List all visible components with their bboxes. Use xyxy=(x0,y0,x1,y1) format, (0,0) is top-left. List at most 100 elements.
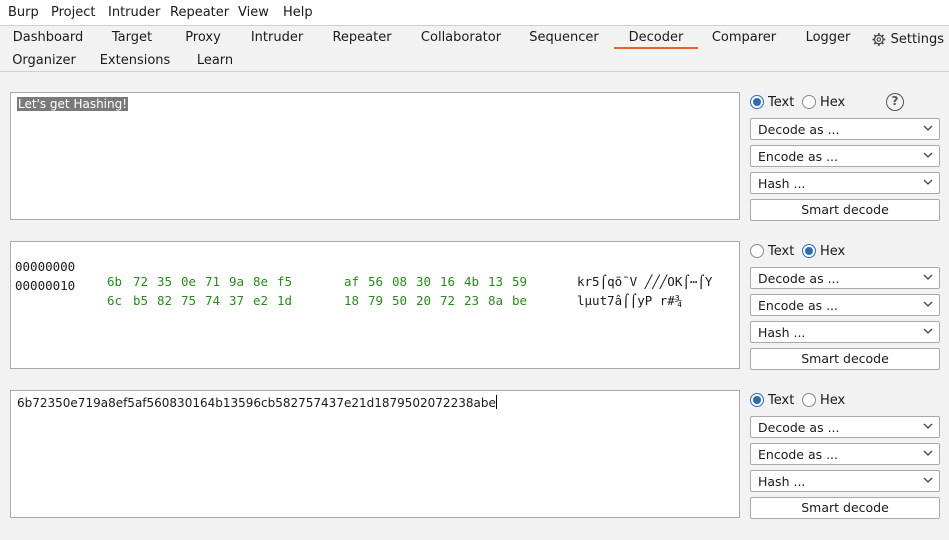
hex-byte: 50 xyxy=(392,293,408,308)
decoder-controls-1: Text Hex ? Decode as ... Encode as ... H… xyxy=(750,92,940,222)
decoder-controls-2: Text Hex Decode as ... Encode as ... Has… xyxy=(750,241,940,371)
decode-as-select-2[interactable]: Decode as ... xyxy=(750,267,940,289)
tab-logger[interactable]: Logger xyxy=(798,27,858,49)
text-caret xyxy=(495,395,497,409)
hex-byte: 72 xyxy=(133,274,149,289)
menu-help[interactable]: Help xyxy=(283,5,313,20)
radio-button[interactable] xyxy=(802,244,816,258)
help-icon[interactable]: ? xyxy=(886,93,904,111)
encode-as-select-1[interactable]: Encode as ... xyxy=(750,145,940,167)
menu-view[interactable]: View xyxy=(238,5,269,20)
hex-byte: 75 xyxy=(181,293,197,308)
radio-hex-1[interactable]: Hex xyxy=(802,93,845,111)
tab-learn[interactable]: Learn xyxy=(190,50,240,72)
radio-text-3[interactable]: Text xyxy=(750,391,794,409)
hex-byte: 1d xyxy=(277,293,293,308)
hex-byte: 56 xyxy=(368,274,384,289)
hex-byte: 23 xyxy=(464,293,480,308)
tab-target[interactable]: Target xyxy=(104,27,160,49)
encode-as-select-3[interactable]: Encode as ... xyxy=(750,443,940,465)
select-label: Encode as ... xyxy=(758,298,839,313)
select-label: Encode as ... xyxy=(758,447,839,462)
decoder-controls-3: Text Hex Decode as ... Encode as ... Has… xyxy=(750,390,940,520)
hex-byte: 13 xyxy=(488,274,504,289)
hash-select-1[interactable]: Hash ... xyxy=(750,172,940,194)
hex-byte: 9a xyxy=(229,274,245,289)
encode-as-select-2[interactable]: Encode as ... xyxy=(750,294,940,316)
radio-label: Text xyxy=(768,243,795,259)
tab-settings[interactable]: Settings xyxy=(872,27,944,49)
menu-burp[interactable]: Burp xyxy=(8,5,39,20)
chevron-down-icon xyxy=(923,450,933,456)
hex-byte: 16 xyxy=(440,274,456,289)
chevron-down-icon xyxy=(923,328,933,334)
hex-byte: 35 xyxy=(157,274,173,289)
hex-ascii: kr5⌠qõ¯V ╱╱╱OK⌠⋯⌠Y xyxy=(577,274,713,289)
chevron-down-icon xyxy=(923,152,933,158)
tab-extensions[interactable]: Extensions xyxy=(96,50,174,72)
hex-byte: af xyxy=(344,274,360,289)
tab-settings-label: Settings xyxy=(890,32,944,47)
radio-hex-2[interactable]: Hex xyxy=(802,242,845,260)
tab-sequencer[interactable]: Sequencer xyxy=(525,27,603,49)
radio-button[interactable] xyxy=(750,95,764,109)
radio-button[interactable] xyxy=(750,244,764,258)
tab-organizer[interactable]: Organizer xyxy=(10,50,78,72)
tab-repeater[interactable]: Repeater xyxy=(327,27,397,49)
hex-byte: 6b xyxy=(107,274,123,289)
chevron-down-icon xyxy=(923,301,933,307)
menu-intruder[interactable]: Intruder xyxy=(108,5,160,20)
menu-project[interactable]: Project xyxy=(51,5,95,20)
hex-byte: 82 xyxy=(157,293,173,308)
hex-byte: 72 xyxy=(440,293,456,308)
tab-intruder[interactable]: Intruder xyxy=(246,27,308,49)
tab-collaborator[interactable]: Collaborator xyxy=(415,27,507,49)
radio-hex-3[interactable]: Hex xyxy=(802,391,845,409)
hash-select-3[interactable]: Hash ... xyxy=(750,470,940,492)
tab-proxy[interactable]: Proxy xyxy=(178,27,228,49)
smart-decode-button-1[interactable]: Smart decode xyxy=(750,199,940,221)
decoder-input-panel-1[interactable]: Let's get Hashing! xyxy=(10,92,740,220)
hex-byte: f5 xyxy=(277,274,293,289)
decoder-hex-panel-2[interactable]: 00000000 6b 72 35 0e 71 9a 8e f5 af 56 08 30 16 4b 13 5… xyxy=(10,241,740,369)
hex-byte: 18 xyxy=(344,293,360,308)
tab-dashboard[interactable]: Dashboard xyxy=(10,27,86,49)
hex-byte: 37 xyxy=(229,293,245,308)
select-label: Hash ... xyxy=(758,176,806,191)
hex-byte: 8e xyxy=(253,274,269,289)
radio-label: Hex xyxy=(820,94,846,110)
radio-button[interactable] xyxy=(750,393,764,407)
tab-comparer[interactable]: Comparer xyxy=(708,27,780,49)
radio-button[interactable] xyxy=(802,393,816,407)
hex-byte: 30 xyxy=(416,274,432,289)
smart-decode-button-3[interactable]: Smart decode xyxy=(750,497,940,519)
radio-text-1[interactable]: Text xyxy=(750,93,794,111)
radio-text-2[interactable]: Text xyxy=(750,242,794,260)
decode-as-select-3[interactable]: Decode as ... xyxy=(750,416,940,438)
hex-byte: 79 xyxy=(368,293,384,308)
hex-byte: e2 xyxy=(253,293,269,308)
select-label: Decode as ... xyxy=(758,420,840,435)
selected-text: Let's get Hashing! xyxy=(17,97,129,111)
tab-decoder[interactable]: Decoder xyxy=(614,27,698,49)
chevron-down-icon xyxy=(923,125,933,131)
decode-as-select-1[interactable]: Decode as ... xyxy=(750,118,940,140)
chevron-down-icon xyxy=(923,423,933,429)
decoder-output-panel-3[interactable]: 6b72350e719a8ef5af560830164b13596cb58275… xyxy=(10,390,740,518)
hex-byte: be xyxy=(512,293,528,308)
menu-bar: Burp Project Intruder Repeater View Help xyxy=(0,0,949,26)
radio-label: Hex xyxy=(820,243,846,259)
hex-byte: 20 xyxy=(416,293,432,308)
hex-row-1: 00000010 6c b5 82 75 74 37 e2 1d 18 79 50 20 72 23 8a b… xyxy=(15,263,682,308)
hex-byte: 4b xyxy=(464,274,480,289)
select-label: Decode as ... xyxy=(758,122,840,137)
select-label: Hash ... xyxy=(758,474,806,489)
chevron-down-icon xyxy=(923,274,933,280)
hash-output-text: 6b72350e719a8ef5af560830164b13596cb58275… xyxy=(17,396,496,410)
radio-label: Text xyxy=(768,392,795,408)
hex-byte: 8a xyxy=(488,293,504,308)
radio-button[interactable] xyxy=(802,95,816,109)
smart-decode-button-2[interactable]: Smart decode xyxy=(750,348,940,370)
menu-repeater[interactable]: Repeater xyxy=(170,5,229,20)
hash-select-2[interactable]: Hash ... xyxy=(750,321,940,343)
